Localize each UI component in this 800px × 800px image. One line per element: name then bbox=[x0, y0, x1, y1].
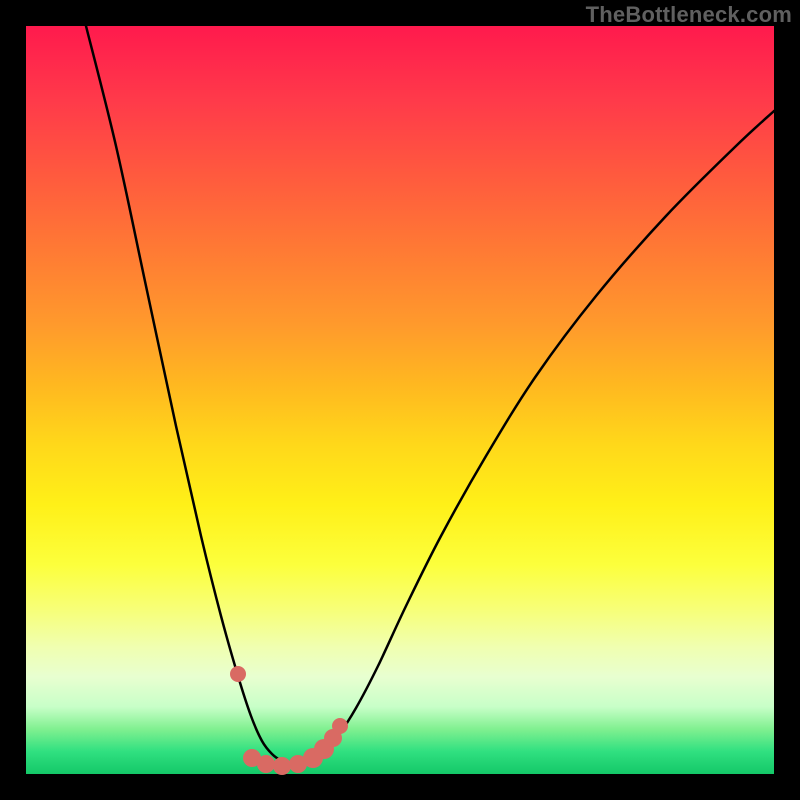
watermark-text: TheBottleneck.com bbox=[586, 2, 792, 28]
chart-frame bbox=[26, 26, 774, 774]
curve-marker bbox=[230, 666, 246, 682]
chart-svg bbox=[26, 26, 774, 774]
curve-marker bbox=[332, 718, 348, 734]
curve-marker bbox=[257, 755, 275, 773]
curve-marker bbox=[273, 757, 291, 775]
bottleneck-curve bbox=[86, 26, 774, 764]
curve-markers bbox=[230, 666, 348, 775]
